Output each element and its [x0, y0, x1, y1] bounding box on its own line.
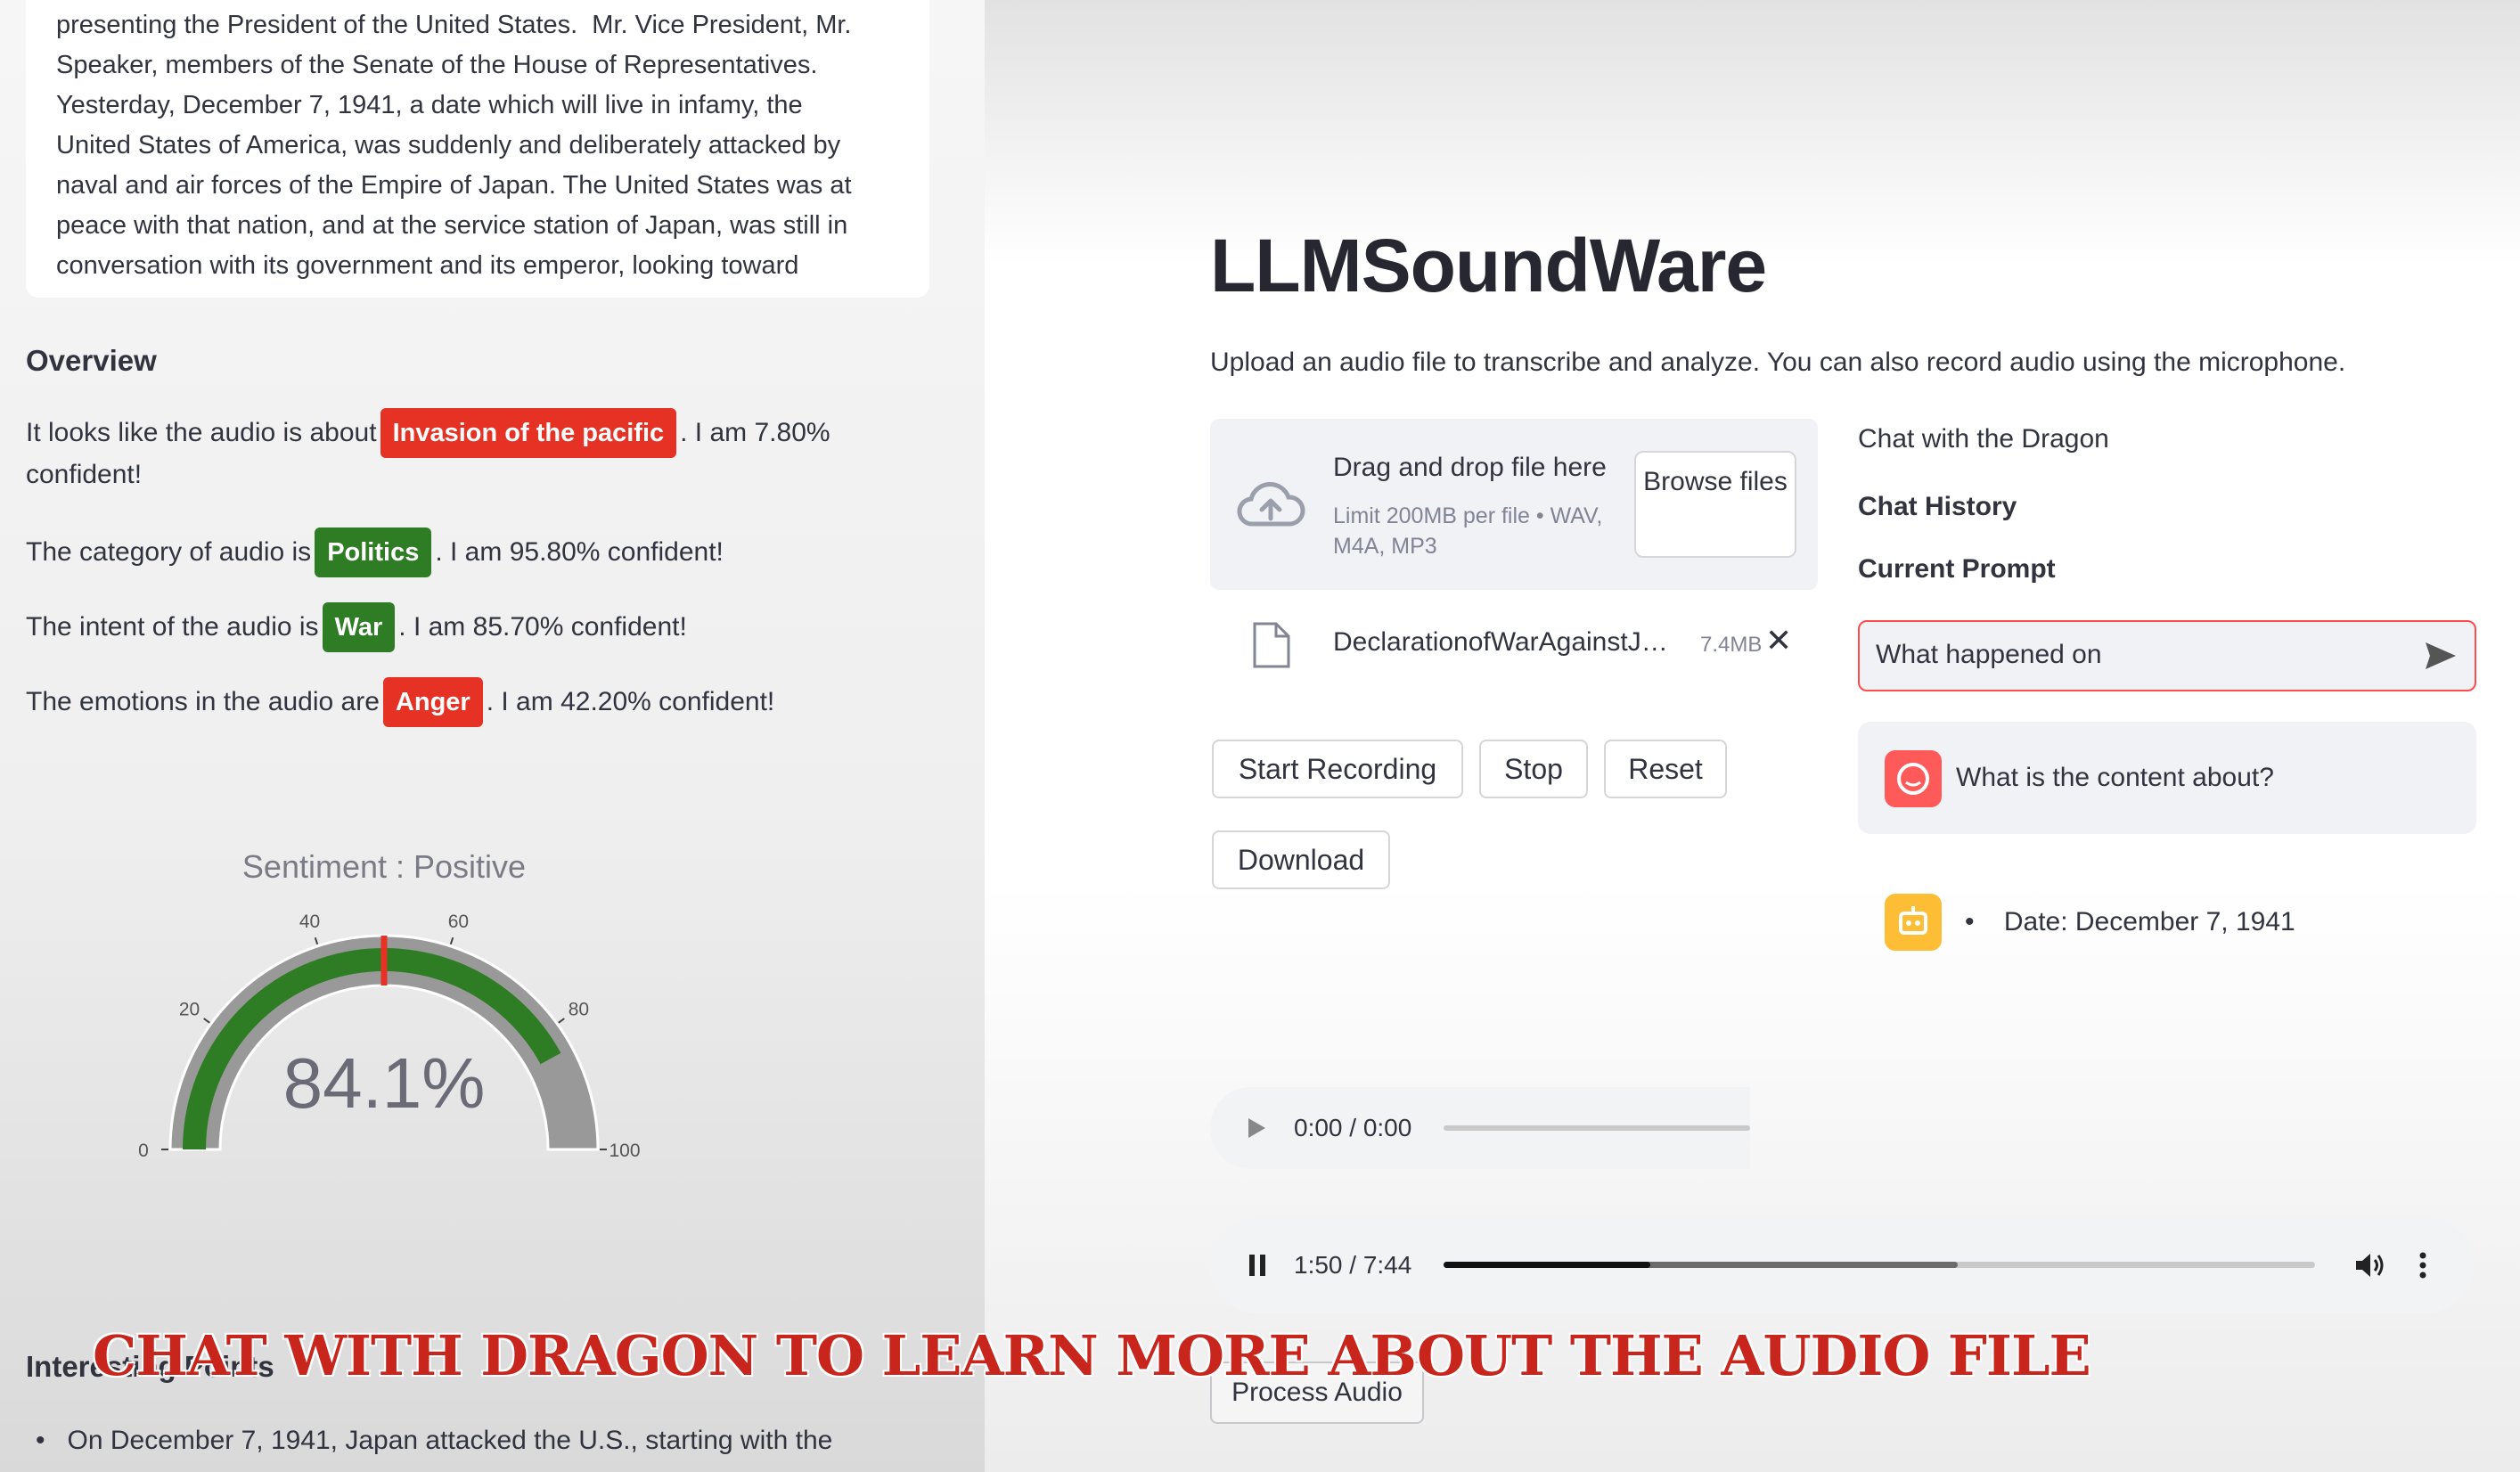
dropzone-limit: Limit 200MB per file • WAV, M4A, MP3: [1333, 503, 1603, 559]
topic-prefix: It looks like the audio is about: [26, 418, 377, 447]
category-prefix: The category of audio is: [26, 537, 312, 567]
download-button[interactable]: Download: [1212, 830, 1390, 889]
uploaded-file: DeclarationofWarAgainstJ… 7.4MB ✕: [1210, 615, 1818, 677]
prompt-value: What happened on: [1876, 640, 2102, 669]
chat-title: Chat with the Dragon: [1858, 424, 2109, 454]
more-options-icon[interactable]: [2418, 1251, 2427, 1280]
stop-button[interactable]: Stop: [1479, 740, 1588, 798]
browse-files-button[interactable]: Browse files: [1634, 451, 1796, 558]
transcript-line: Speaker, members of the Senate of the Ho…: [56, 51, 818, 79]
player2-seekbar[interactable]: [1444, 1262, 2315, 1268]
player2-progress: [1444, 1262, 1650, 1268]
intent-line: The intent of the audio is War. I am 85.7…: [26, 602, 687, 652]
gauge-tick-label: 100: [609, 1141, 640, 1161]
player1-time: 0:00 / 0:00: [1294, 1114, 1412, 1141]
intent-suffix: . I am 85.70% confident!: [398, 612, 687, 642]
play-icon[interactable]: [1246, 1116, 1267, 1140]
file-dropzone[interactable]: Drag and drop file here Limit 200MB per …: [1210, 419, 1818, 590]
assistant-avatar: [1885, 894, 1942, 951]
smile-icon: [1897, 763, 1929, 795]
topic-line-2: confident!: [26, 460, 143, 489]
gauge-tick-label: 60: [448, 912, 469, 932]
gauge-tick-mark: [558, 1018, 565, 1024]
recording-audio-player: 0:00 / 0:00: [1210, 1087, 1750, 1169]
interesting-point-text: On December 7, 1941, Japan attacked the …: [67, 1426, 833, 1455]
transcript-line: Yesterday, December 7, 1941, a date whic…: [56, 91, 803, 119]
player2-time: 1:50 / 7:44: [1294, 1251, 1412, 1279]
assistant-message-text: Date: December 7, 1941: [2003, 907, 2295, 936]
user-message-text: What is the content about?: [1956, 763, 2274, 792]
transcript-line: United States of America, was suddenly a…: [56, 131, 841, 159]
analysis-pane: presenting the President of the United S…: [0, 0, 985, 1472]
send-icon[interactable]: [2423, 638, 2459, 674]
file-icon: [1253, 622, 1290, 668]
topic-suffix: . I am 7.80%: [680, 418, 830, 447]
category-line: The category of audio is Politics. I am 9…: [26, 527, 724, 577]
intent-prefix: The intent of the audio is: [26, 612, 319, 642]
gauge-value: 84.1%: [283, 1043, 486, 1123]
video-caption: CHAT WITH DRAGON TO LEARN MORE ABOUT THE…: [93, 1323, 2091, 1388]
interesting-point-item: • On December 7, 1941, Japan attacked th…: [36, 1426, 833, 1455]
transcript-line: presenting the President of the United S…: [56, 11, 852, 39]
topic-tag: Invasion of the pacific: [380, 408, 677, 458]
file-name: DeclarationofWarAgainstJ…: [1333, 627, 1668, 657]
app-subtitle: Upload an audio file to transcribe and a…: [1210, 348, 2346, 377]
topic-line: It looks like the audio is about Invasion…: [26, 408, 830, 458]
pause-icon[interactable]: [1246, 1253, 1269, 1278]
gauge-tick-label: 40: [299, 912, 320, 932]
player1-seekbar[interactable]: [1444, 1125, 1750, 1131]
emotion-tag: Anger: [382, 677, 483, 727]
reset-button[interactable]: Reset: [1604, 740, 1727, 798]
gauge-tick-label: 0: [138, 1141, 149, 1161]
emotion-prefix: The emotions in the audio are: [26, 687, 380, 716]
robot-icon: [1899, 906, 1927, 935]
transcript-line: naval and air forces of the Empire of Ja…: [56, 171, 852, 200]
gauge-title: Sentiment : Positive: [242, 851, 526, 885]
intent-tag: War: [322, 602, 396, 652]
gauge-tick-mark: [449, 936, 454, 945]
chat-history-heading: Chat History: [1858, 492, 2017, 521]
transcript-box[interactable]: presenting the President of the United S…: [26, 0, 929, 298]
volume-icon[interactable]: [2354, 1251, 2385, 1280]
start-recording-button[interactable]: Start Recording: [1212, 740, 1463, 798]
emotion-suffix: . I am 42.20% confident!: [486, 687, 775, 716]
emotion-line: The emotions in the audio are Anger. I am…: [26, 677, 774, 727]
transcript-line: peace with that nation, and at the servi…: [56, 211, 848, 240]
file-size: 7.4MB: [1700, 633, 1763, 657]
sentiment-gauge: Sentiment : Positive 0 20 40 60 80 100 84.1%: [138, 851, 640, 1161]
gauge-tick-mark: [314, 936, 319, 945]
category-suffix: . I am 95.80% confident!: [435, 537, 724, 567]
remove-file-icon[interactable]: ✕: [1765, 622, 1792, 659]
gauge-tick-mark: [203, 1018, 210, 1024]
gauge-tick-label: 80: [569, 999, 589, 1019]
dropzone-title: Drag and drop file here: [1333, 453, 1607, 482]
category-tag: Politics: [315, 527, 432, 577]
assistant-message: • Date: December 7, 1941: [1965, 907, 2295, 936]
current-prompt-heading: Current Prompt: [1858, 554, 2056, 584]
cloud-upload-icon: [1237, 481, 1305, 527]
uploaded-audio-player: 1:50 / 7:44: [1210, 1217, 2474, 1313]
gauge-tick-label: 20: [179, 999, 200, 1019]
user-avatar: [1885, 750, 1942, 807]
user-chat-message: What is the content about?: [1858, 722, 2476, 834]
transcript-line: conversation with its government and its…: [56, 251, 799, 280]
chat-prompt-input[interactable]: What happened on: [1858, 620, 2476, 691]
app-title: LLMSoundWare: [1210, 224, 1767, 307]
overview-heading: Overview: [26, 344, 157, 377]
